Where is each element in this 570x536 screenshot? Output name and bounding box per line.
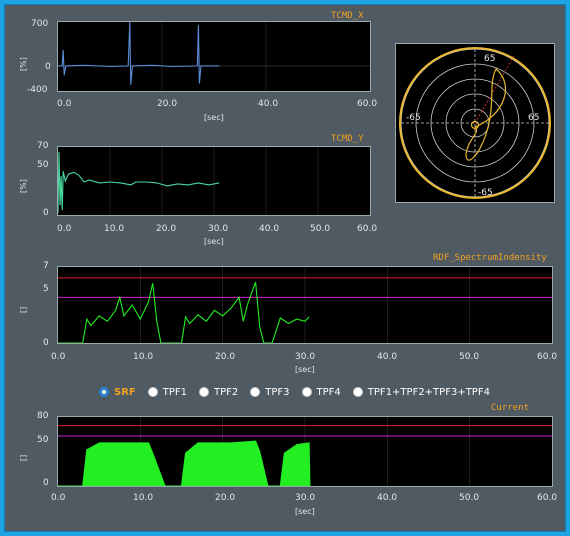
tcmd-y-xtick-3: 30.0 (208, 224, 229, 234)
rdf-ytick-bottom: 0 (43, 338, 49, 348)
series-line-0 (58, 440, 311, 487)
rdf-xtick-6: 60.0 (537, 352, 558, 362)
filter-option-label: TPF1 (162, 386, 187, 398)
polar-plot: 65 -65 65 -65 (395, 43, 555, 203)
radio-button[interactable] (301, 387, 312, 397)
rdf-xtick-3: 30.0 (295, 352, 316, 362)
current-ytick-top: 80 (37, 411, 49, 421)
filter-option-label: SRF (114, 386, 136, 398)
filter-option-3[interactable]: TPF3 (250, 386, 290, 398)
rdf-title: RDF_SpectrumIndensity (433, 253, 547, 263)
tcmd-x-ytick-top: 700 (31, 19, 49, 29)
tcmd-x-ylabel: [%] (19, 57, 28, 71)
tcmd-x-xtick-2: 40.0 (258, 99, 279, 109)
filter-option-label: TPF4 (316, 386, 341, 398)
tcmd-y-xtick-2: 20.0 (156, 224, 177, 234)
radio-button[interactable] (352, 387, 363, 397)
series-line-0 (57, 151, 220, 214)
filter-option-2[interactable]: TPF2 (199, 387, 238, 398)
polar-label-left: -65 (406, 113, 421, 123)
rdf-ytick-top: 7 (43, 261, 49, 271)
tcmd-y-xtick-6: 60.0 (357, 224, 378, 234)
polar-svg: 65 -65 65 -65 (399, 47, 551, 199)
radio-button[interactable] (250, 387, 261, 397)
tcmd-x-xtick-3: 60.0 (357, 99, 378, 109)
current-xtick-5: 50.0 (459, 493, 480, 503)
current-title: Current (491, 403, 529, 413)
radio-button[interactable] (147, 387, 158, 397)
filter-option-5[interactable]: TPF1+TPF2+TPF3+TPF4 (352, 386, 490, 398)
current-ytick-mid: 50 (37, 435, 49, 445)
current-svg (58, 417, 552, 487)
filter-option-label: TPF1+TPF2+TPF3+TPF4 (367, 386, 490, 398)
radio-button[interactable] (99, 387, 109, 397)
radio-button[interactable] (199, 387, 209, 397)
rdf-xtick-2: 20.0 (215, 352, 236, 362)
tcmd-x-plot (57, 21, 371, 92)
filter-option-label: TPF2 (214, 386, 239, 398)
rdf-xtick-4: 40.0 (377, 352, 398, 362)
tcmd-y-ytick-mid: 50 (37, 160, 49, 170)
tcmd-y-xtick-4: 40.0 (259, 224, 280, 234)
current-plot (57, 416, 553, 487)
rdf-xtick-1: 10.0 (133, 352, 154, 362)
current-xlabel: [sec] (295, 507, 315, 516)
polar-label-right: 65 (528, 113, 539, 123)
filter-radio-group: SRF TPF1 TPF2 TPF3 TPF4 TPF1+TPF2+TPF3+TPF4 (99, 385, 490, 399)
rdf-ylabel: [] (19, 306, 28, 313)
filter-option-4[interactable]: TPF4 (301, 386, 341, 398)
tcmd-x-ytick-bottom: -400 (27, 85, 48, 95)
tcmd-y-plot (57, 146, 371, 216)
polar-label-bottom: -65 (478, 188, 493, 198)
tcmd-x-ytick-mid: 0 (45, 62, 51, 72)
polar-reference-line (474, 55, 515, 124)
tcmd-y-xtick-1: 10.0 (104, 224, 125, 234)
filter-option-1[interactable]: TPF1 (147, 386, 187, 398)
tcmd-y-ytick-bottom: 0 (43, 208, 49, 218)
tcmd-x-xtick-0: 0.0 (57, 99, 72, 109)
current-ytick-bottom: 0 (43, 478, 49, 488)
rdf-plot (57, 266, 553, 344)
current-xtick-4: 40.0 (377, 493, 398, 503)
tcmd-y-xlabel: [sec] (204, 237, 224, 246)
filter-option-label: TPF3 (265, 386, 290, 398)
current-xtick-3: 30.0 (295, 493, 316, 503)
series-line-0 (58, 282, 310, 344)
tcmd-x-svg (58, 21, 370, 91)
rdf-xtick-0: 0.0 (51, 352, 66, 362)
monitor-window: TCMD_X 700 0 -400 [%] 0.0 20.0 40.0 60.0… (4, 4, 566, 532)
tcmd-y-ylabel: [%] (19, 179, 28, 193)
current-xtick-6: 60.0 (537, 493, 558, 503)
rdf-xlabel: [sec] (295, 365, 315, 374)
current-xtick-1: 10.0 (133, 493, 154, 503)
tcmd-x-xtick-1: 20.0 (157, 99, 178, 109)
rdf-ytick-mid: 5 (43, 284, 49, 294)
tcmd-y-svg (57, 147, 319, 215)
series-line-0 (58, 21, 220, 85)
tcmd-y-xtick-5: 50.0 (310, 224, 331, 234)
rdf-svg (58, 267, 552, 344)
filter-option-0[interactable]: SRF (99, 387, 136, 398)
rdf-xtick-5: 50.0 (459, 352, 480, 362)
tcmd-y-xtick-0: 0.0 (57, 224, 72, 234)
tcmd-x-xlabel: [sec] (204, 113, 224, 122)
current-xtick-2: 20.0 (215, 493, 236, 503)
tcmd-y-ytick-top: 70 (37, 141, 49, 151)
current-ylabel: [] (19, 454, 28, 461)
polar-label-top: 65 (484, 54, 495, 64)
tcmd-y-title: TCMD_Y (331, 134, 364, 144)
current-xtick-0: 0.0 (51, 493, 66, 503)
tcmd-x-title: TCMD_X (331, 11, 364, 21)
